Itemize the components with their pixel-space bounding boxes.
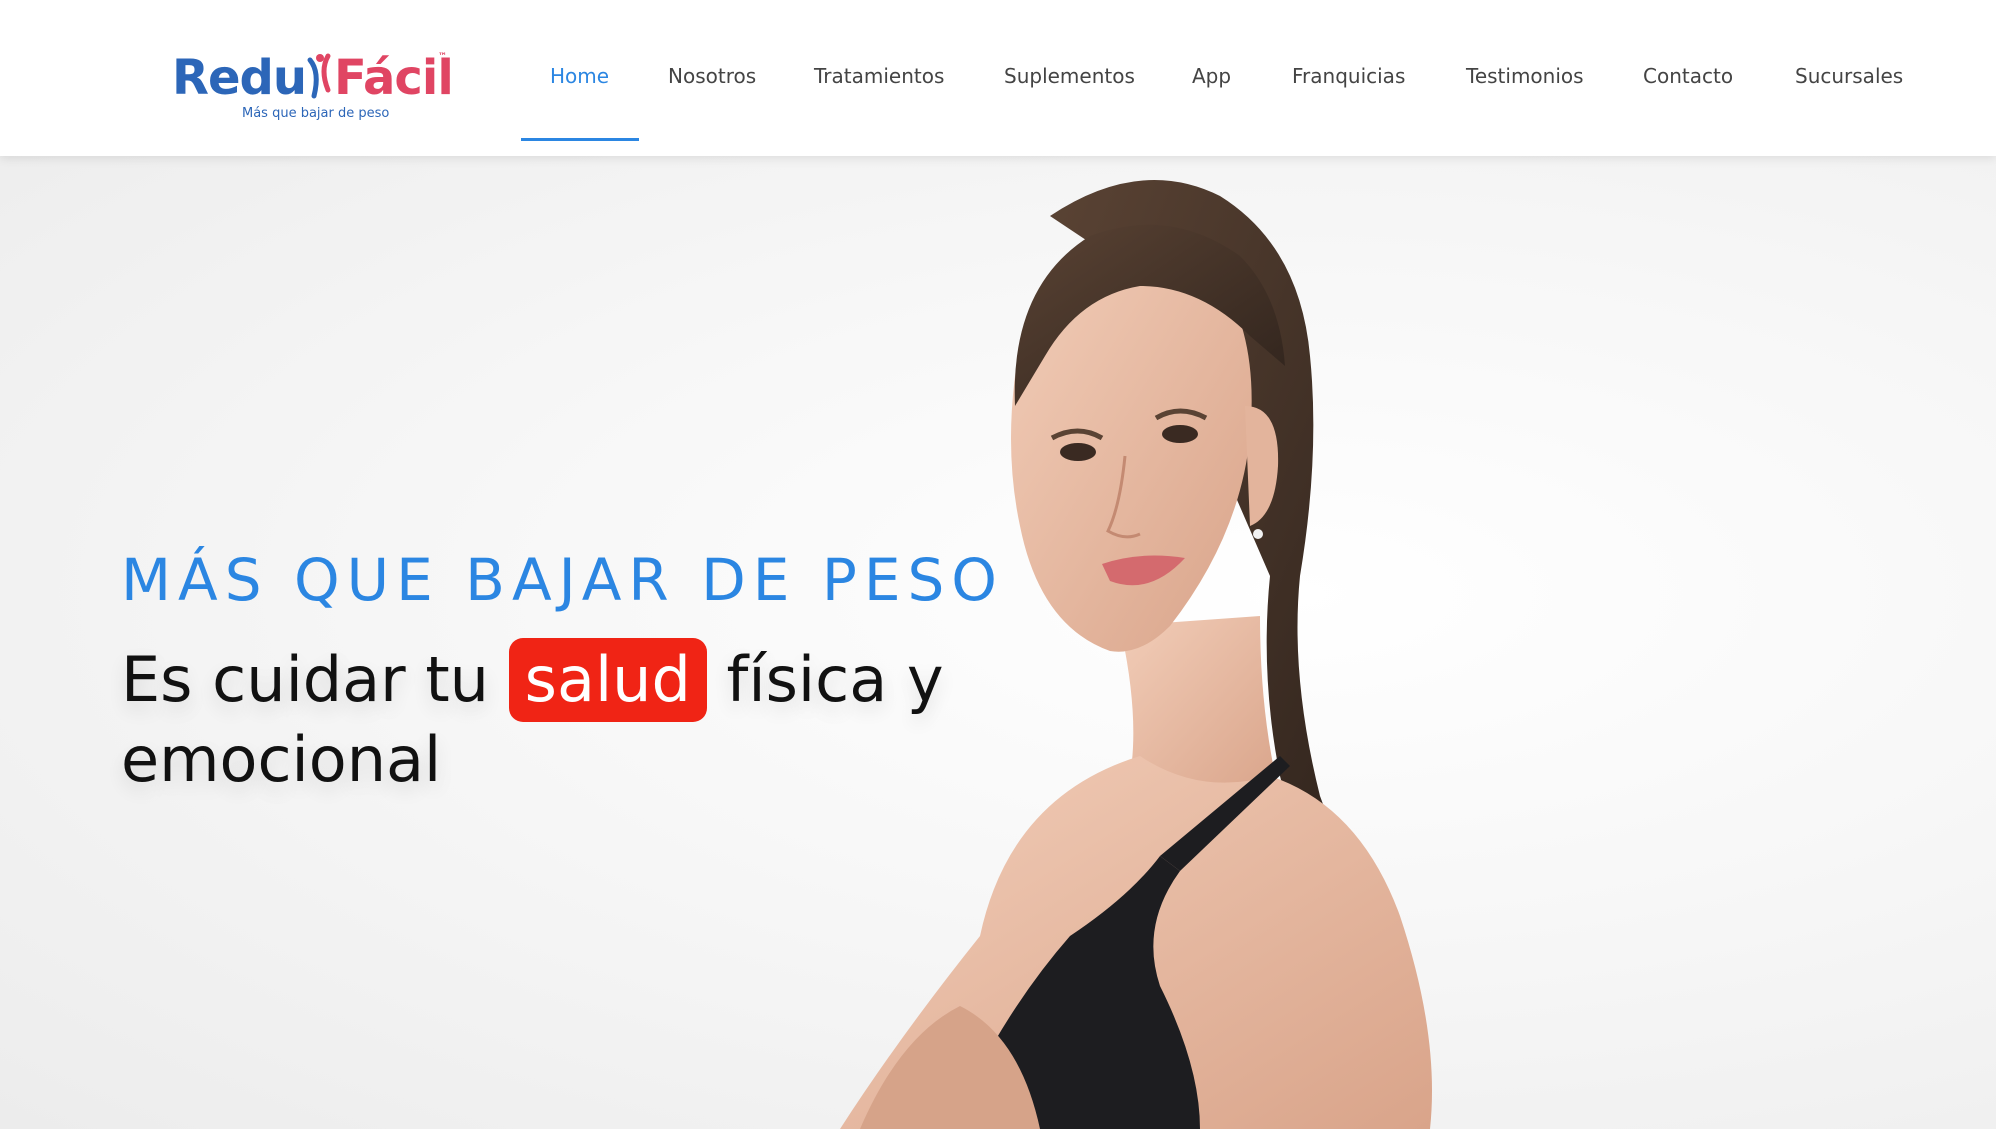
nav-active-indicator <box>521 138 639 141</box>
hero-model-image <box>840 180 1432 1129</box>
hero-headline-line1: Es cuidar tu salud física y <box>121 636 944 724</box>
nav-item-suplementos[interactable]: Suplementos <box>1004 0 1135 156</box>
hero-headline-highlight: salud <box>508 638 707 722</box>
logo-wordmark: Redu Fácil <box>172 50 454 106</box>
logo-figure-icon <box>307 53 331 99</box>
hero-kicker: MÁS QUE BAJAR DE PESO <box>121 546 1004 614</box>
nav-item-tratamientos[interactable]: Tratamientos <box>814 0 944 156</box>
brand-logo[interactable]: Redu Fácil ™ Más que bajar de peso <box>172 44 454 124</box>
hero-headline-text-before: Es cuidar tu <box>121 643 509 716</box>
site-header: Redu Fácil ™ Más que bajar de peso Home … <box>0 0 1996 156</box>
hero-headline-text-after: física y <box>706 643 944 716</box>
nav-item-contacto[interactable]: Contacto <box>1643 0 1733 156</box>
logo-text-facil: Fácil <box>334 50 454 106</box>
hero-section: MÁS QUE BAJAR DE PESO Es cuidar tu salud… <box>0 156 1996 1129</box>
hero-headline-line2: emocional <box>121 723 442 796</box>
nav-item-sucursales[interactable]: Sucursales <box>1795 0 1903 156</box>
nav-item-home[interactable]: Home <box>550 0 609 156</box>
logo-tagline: Más que bajar de peso <box>242 106 390 121</box>
nav-item-franquicias[interactable]: Franquicias <box>1292 0 1405 156</box>
nav-item-testimonios[interactable]: Testimonios <box>1466 0 1584 156</box>
logo-text-redu: Redu <box>172 50 307 106</box>
nav-item-nosotros[interactable]: Nosotros <box>668 0 756 156</box>
logo-trademark: ™ <box>438 52 447 62</box>
nav-item-app[interactable]: App <box>1192 0 1231 156</box>
